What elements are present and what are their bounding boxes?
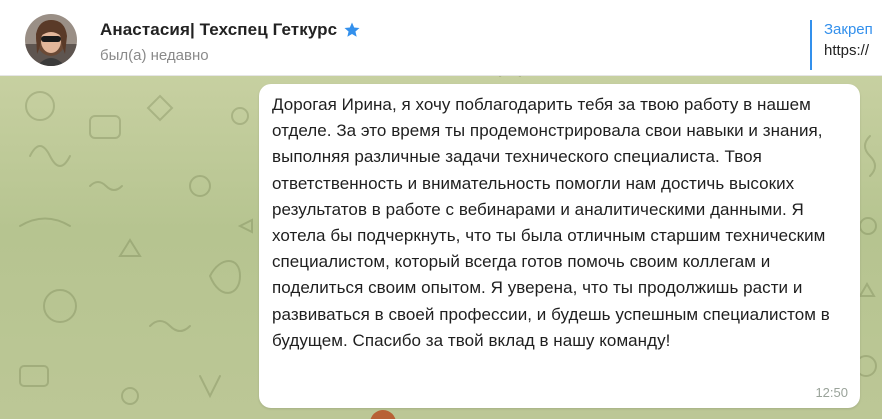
pinned-title: Закреп <box>824 21 873 38</box>
chat-title-row[interactable]: Анастасия| Техспец Геткурс <box>100 20 361 40</box>
pinned-text: https:// <box>824 42 870 59</box>
star-icon <box>343 21 361 39</box>
message-bubble[interactable]: Дорогая Ирина, я хочу поблагодарить тебя… <box>259 84 860 408</box>
message-time: 12:50 <box>815 385 848 400</box>
avatar[interactable] <box>25 14 77 66</box>
chat-status: был(а) недавно <box>100 47 209 64</box>
chat-name: Анастасия| Техспец Геткурс <box>100 20 338 39</box>
message-text: Дорогая Ирина, я хочу поблагодарить тебя… <box>272 95 830 350</box>
pinned-message[interactable]: Закреп https:// <box>810 20 882 70</box>
chat-header[interactable]: Анастасия| Техспец Геткурс был(а) недавн… <box>0 0 882 76</box>
avatar-photo <box>25 14 77 66</box>
telegram-chat-window: Анастасия| Техспец Геткурс был(а) недавн… <box>0 0 882 419</box>
